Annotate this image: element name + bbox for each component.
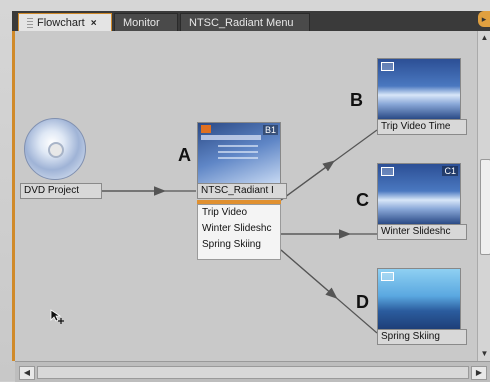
tab-monitor[interactable]: Monitor bbox=[114, 13, 178, 31]
move-cursor-icon bbox=[50, 309, 64, 324]
winter-slideshow-badge: C1 bbox=[442, 166, 458, 176]
panel-menu-icon[interactable]: ▸ bbox=[478, 11, 490, 27]
menu-button-trip-video[interactable]: Trip Video bbox=[198, 205, 280, 221]
menu-button-spring-skiing[interactable]: Spring Skiing bbox=[198, 237, 280, 253]
grip-icon bbox=[27, 18, 33, 29]
menu-node-ntsc-radiant[interactable]: B1 NTSC_Radiant I Trip Video Winter Slid… bbox=[197, 122, 287, 260]
menu-button-winter-slideshow[interactable]: Winter Slideshc bbox=[198, 221, 280, 237]
horizontal-scrollbar[interactable]: ◀ ▶ bbox=[15, 361, 490, 382]
winter-slideshow-thumbnail: C1 bbox=[377, 163, 461, 225]
scroll-up-icon[interactable]: ▲ bbox=[480, 33, 489, 43]
scroll-down-icon[interactable]: ▼ bbox=[480, 349, 489, 359]
callout-d: D bbox=[356, 292, 369, 312]
menu-button-list: Trip Video Winter Slideshc Spring Skiing bbox=[197, 204, 281, 260]
video-clip-icon bbox=[381, 272, 394, 281]
scroll-left-icon[interactable]: ◀ bbox=[19, 366, 35, 380]
dvd-project-label: DVD Project bbox=[20, 183, 102, 199]
scroll-right-icon[interactable]: ▶ bbox=[471, 366, 487, 380]
vertical-scroll-thumb[interactable] bbox=[480, 159, 490, 255]
disc-hole bbox=[48, 142, 64, 158]
tab-flowchart[interactable]: Flowchart × bbox=[18, 13, 112, 31]
video-clip-icon bbox=[381, 62, 394, 71]
video-clip-icon bbox=[381, 167, 394, 176]
menu-badge: B1 bbox=[262, 125, 278, 135]
menu-title-label: NTSC_Radiant I bbox=[197, 183, 287, 199]
callout-a: A bbox=[178, 145, 191, 165]
spring-skiing-thumbnail bbox=[377, 268, 461, 330]
trip-video-thumbnail bbox=[377, 58, 461, 120]
flowchart-window: Flowchart × Monitor NTSC_Radiant Menu ▸ D… bbox=[0, 0, 490, 382]
tab-ntsc-radiant-menu[interactable]: NTSC_Radiant Menu bbox=[180, 13, 310, 31]
callout-c: C bbox=[356, 190, 369, 210]
callout-b: B bbox=[350, 90, 363, 110]
menu-thumbnail: B1 bbox=[197, 122, 281, 184]
horizontal-scroll-track[interactable] bbox=[37, 366, 469, 379]
close-icon[interactable]: × bbox=[91, 18, 97, 29]
trip-video-label: Trip Video Time bbox=[377, 119, 467, 135]
vertical-scrollbar[interactable]: ▲ ▼ bbox=[477, 31, 490, 361]
panel-tab-bar: Flowchart × Monitor NTSC_Radiant Menu bbox=[12, 11, 490, 31]
spring-skiing-label: Spring Skiing bbox=[377, 329, 467, 345]
winter-slideshow-label: Winter Slideshc bbox=[377, 224, 467, 240]
